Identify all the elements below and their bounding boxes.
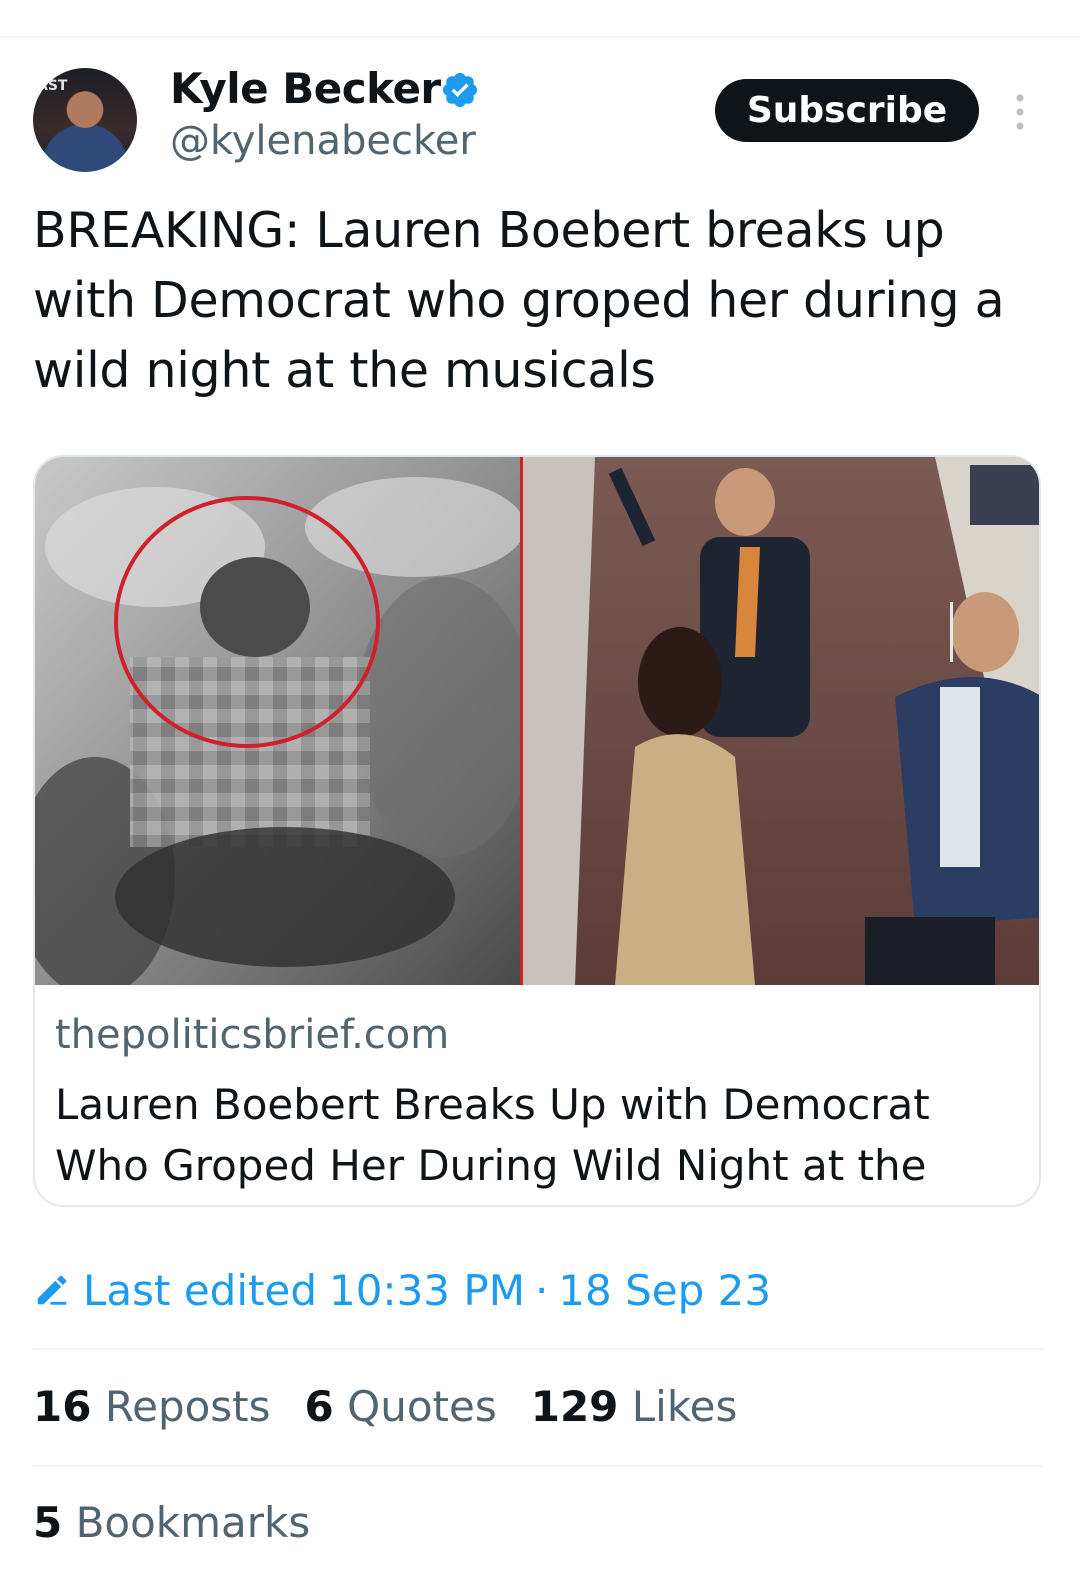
likes-stat[interactable]: 129 Likes <box>531 1382 738 1431</box>
link-card[interactable]: thepoliticsbrief.com Lauren Boebert Brea… <box>33 455 1041 1207</box>
stats-divider-bottom <box>33 1465 1043 1467</box>
more-options-icon[interactable] <box>1010 92 1030 132</box>
edit-time: 10:33 PM <box>328 1265 525 1315</box>
edit-date: 18 Sep 23 <box>558 1265 772 1315</box>
quotes-label: Quotes <box>347 1382 497 1431</box>
card-domain: thepoliticsbrief.com <box>55 1012 450 1058</box>
card-image <box>35 457 1039 985</box>
subscribe-button[interactable]: Subscribe <box>715 79 979 142</box>
reposts-stat[interactable]: 16 Reposts <box>33 1382 271 1431</box>
verified-badge-icon <box>442 72 478 108</box>
last-edited-link[interactable]: Last edited 10:33 PM · 18 Sep 23 <box>33 1262 771 1318</box>
quotes-stat[interactable]: 6 Quotes <box>305 1382 497 1431</box>
stats-divider-top <box>33 1348 1043 1350</box>
engagement-stats: 16 Reposts 6 Quotes 129 Likes <box>33 1382 771 1431</box>
edit-label: Last edited <box>83 1265 317 1315</box>
author-handle[interactable]: @kylenabecker <box>170 118 476 164</box>
tweet-text: BREAKING: Lauren Boebert breaks up with … <box>33 202 1005 399</box>
author-avatar[interactable]: AST <box>33 68 137 172</box>
card-title: Lauren Boebert Breaks Up with Democrat W… <box>55 1080 930 1205</box>
likes-label: Likes <box>631 1382 738 1431</box>
avatar-background-text: AST <box>37 78 68 94</box>
quotes-count: 6 <box>304 1382 334 1431</box>
edit-separator: · <box>534 1265 549 1315</box>
bookmarks-count: 5 <box>33 1498 63 1547</box>
likes-count: 129 <box>530 1382 619 1431</box>
reposts-label: Reposts <box>104 1382 271 1431</box>
author-name[interactable]: Kyle Becker <box>170 64 441 113</box>
pencil-icon <box>37 1275 67 1305</box>
bookmarks-label: Bookmarks <box>75 1498 311 1547</box>
reposts-count: 16 <box>33 1382 92 1431</box>
top-divider <box>0 36 1080 38</box>
bookmarks-stat[interactable]: 5 Bookmarks <box>33 1498 310 1547</box>
